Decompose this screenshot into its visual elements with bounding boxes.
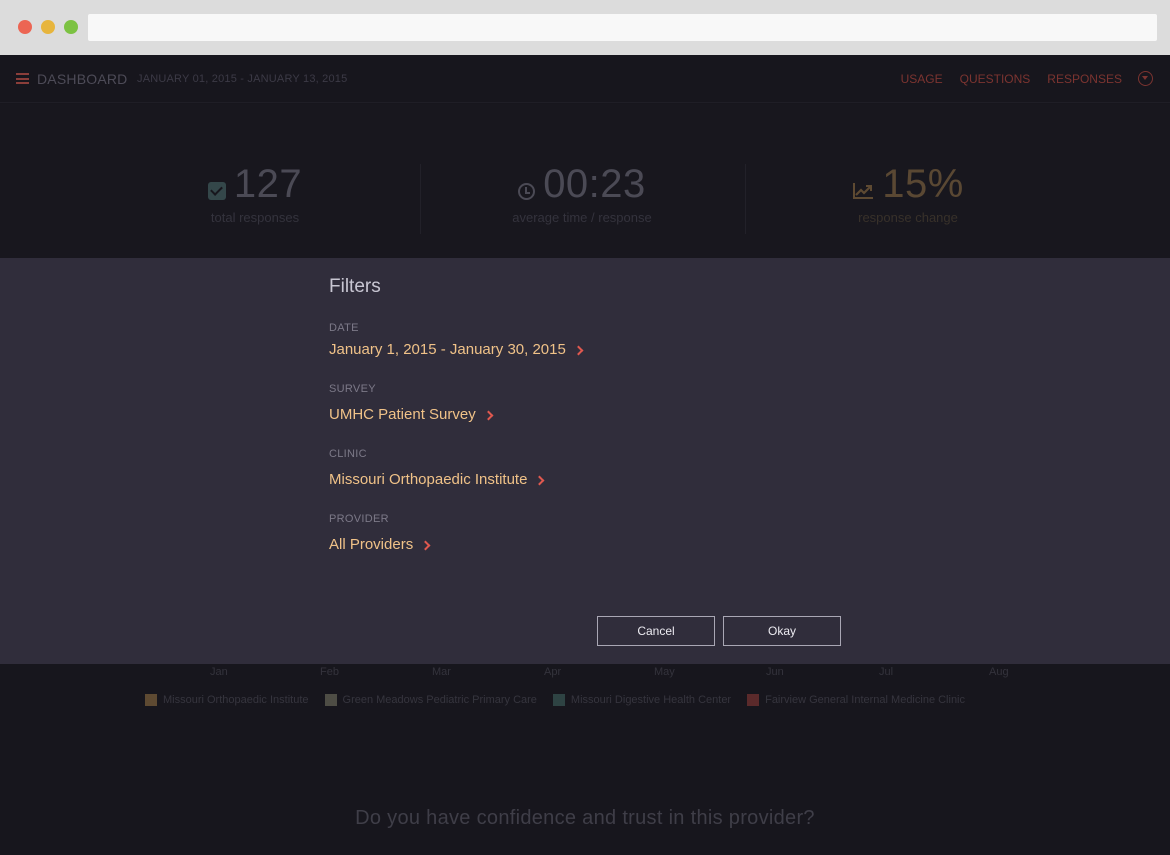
provider-filter-value[interactable]: All Providers: [329, 536, 431, 553]
hamburger-menu-icon[interactable]: [16, 73, 29, 84]
filter-value-text: All Providers: [329, 536, 414, 553]
filter-icon[interactable]: [1138, 71, 1153, 86]
browser-chrome: [0, 0, 1170, 55]
month-label: Mar: [432, 666, 451, 678]
clinic-filter: CLINIC Missouri Orthopaedic Institute: [329, 448, 545, 488]
legend-item[interactable]: Missouri Orthopaedic Institute: [145, 694, 309, 706]
nav-links: USAGE QUESTIONS RESPONSES: [901, 72, 1122, 86]
chevron-right-icon: [420, 540, 431, 550]
survey-filter: SURVEY UMHC Patient Survey: [329, 383, 494, 423]
month-label: May: [654, 666, 675, 678]
address-bar[interactable]: [88, 14, 1157, 41]
legend-swatch: [552, 694, 565, 706]
month-label: Jun: [766, 666, 784, 678]
filter-label: CLINIC: [329, 448, 367, 460]
legend-swatch: [747, 694, 760, 706]
filter-value-text: January 1, 2015 - January 30, 2015: [329, 341, 566, 358]
filter-value-text: Missouri Orthopaedic Institute: [329, 471, 528, 488]
close-window-button[interactable]: [18, 20, 32, 34]
stat-total-responses: 127 total responses: [185, 164, 325, 225]
top-navigation: DASHBOARD JANUARY 01, 2015 - JANUARY 13,…: [0, 55, 1170, 103]
cancel-button[interactable]: Cancel: [597, 616, 715, 646]
month-label: Feb: [320, 666, 339, 678]
stat-value: 00:23: [543, 162, 646, 206]
stat-value: 15%: [882, 162, 964, 206]
chart-legend: Missouri Orthopaedic Institute Green Mea…: [145, 694, 965, 706]
stat-label: response change: [858, 210, 958, 225]
clinic-filter-value[interactable]: Missouri Orthopaedic Institute: [329, 471, 545, 488]
dashboard-title: DASHBOARD: [37, 71, 128, 87]
question-heading: Do you have confidence and trust in this…: [355, 807, 815, 829]
stat-value: 127: [233, 162, 303, 206]
month-label: Aug: [989, 666, 1009, 678]
stat-label: average time / response: [512, 210, 652, 225]
stat-average-time: 00:23 average time / response: [492, 164, 672, 225]
month-label: Jan: [210, 666, 228, 678]
filters-panel: Filters DATE January 1, 2015 - January 3…: [0, 258, 1170, 664]
stats-bar: 127 total responses 00:23 average time /…: [0, 104, 1170, 258]
legend-item[interactable]: Fairview General Internal Medicine Clini…: [747, 694, 965, 706]
trend-icon: [853, 183, 874, 199]
nav-responses-link[interactable]: RESPONSES: [1047, 72, 1122, 86]
stat-response-change: 15% response change: [838, 164, 978, 225]
legend-item[interactable]: Missouri Digestive Health Center: [552, 694, 732, 706]
okay-button[interactable]: Okay: [723, 616, 841, 646]
minimize-window-button[interactable]: [41, 20, 55, 34]
filter-label: DATE: [329, 322, 359, 334]
filter-label: PROVIDER: [329, 513, 389, 525]
header-date-range: JANUARY 01, 2015 - JANUARY 13, 2015: [137, 73, 348, 85]
legend-swatch: [324, 694, 337, 706]
chevron-right-icon: [573, 345, 584, 355]
date-filter: DATE January 1, 2015 - January 30, 2015: [329, 322, 584, 358]
filters-title: Filters: [329, 276, 381, 297]
clock-icon: [518, 183, 536, 200]
survey-filter-value[interactable]: UMHC Patient Survey: [329, 406, 494, 423]
month-label: Apr: [544, 666, 562, 678]
filter-label: SURVEY: [329, 383, 376, 395]
chevron-right-icon: [534, 475, 545, 485]
stat-label: total responses: [210, 210, 300, 225]
nav-questions-link[interactable]: QUESTIONS: [960, 72, 1031, 86]
stat-divider: [745, 164, 746, 234]
legend-label: Missouri Orthopaedic Institute: [163, 694, 309, 706]
legend-label: Missouri Digestive Health Center: [570, 694, 732, 706]
chevron-right-icon: [483, 410, 494, 420]
provider-filter: PROVIDER All Providers: [329, 513, 431, 553]
legend-swatch: [145, 694, 157, 706]
legend-item[interactable]: Green Meadows Pediatric Primary Care: [324, 694, 537, 706]
check-icon: [207, 182, 226, 200]
maximize-window-button[interactable]: [64, 20, 78, 34]
date-filter-value[interactable]: January 1, 2015 - January 30, 2015: [329, 341, 584, 358]
month-label: Jul: [879, 666, 894, 678]
legend-label: Green Meadows Pediatric Primary Care: [342, 694, 537, 706]
chart-month-axis: Jan Feb Mar Apr May Jun Jul Aug: [0, 666, 1170, 686]
dashboard-page: DASHBOARD JANUARY 01, 2015 - JANUARY 13,…: [0, 55, 1170, 855]
stat-divider: [420, 164, 421, 234]
legend-label: Fairview General Internal Medicine Clini…: [765, 694, 966, 706]
nav-usage-link[interactable]: USAGE: [901, 72, 943, 86]
filter-value-text: UMHC Patient Survey: [329, 406, 476, 423]
